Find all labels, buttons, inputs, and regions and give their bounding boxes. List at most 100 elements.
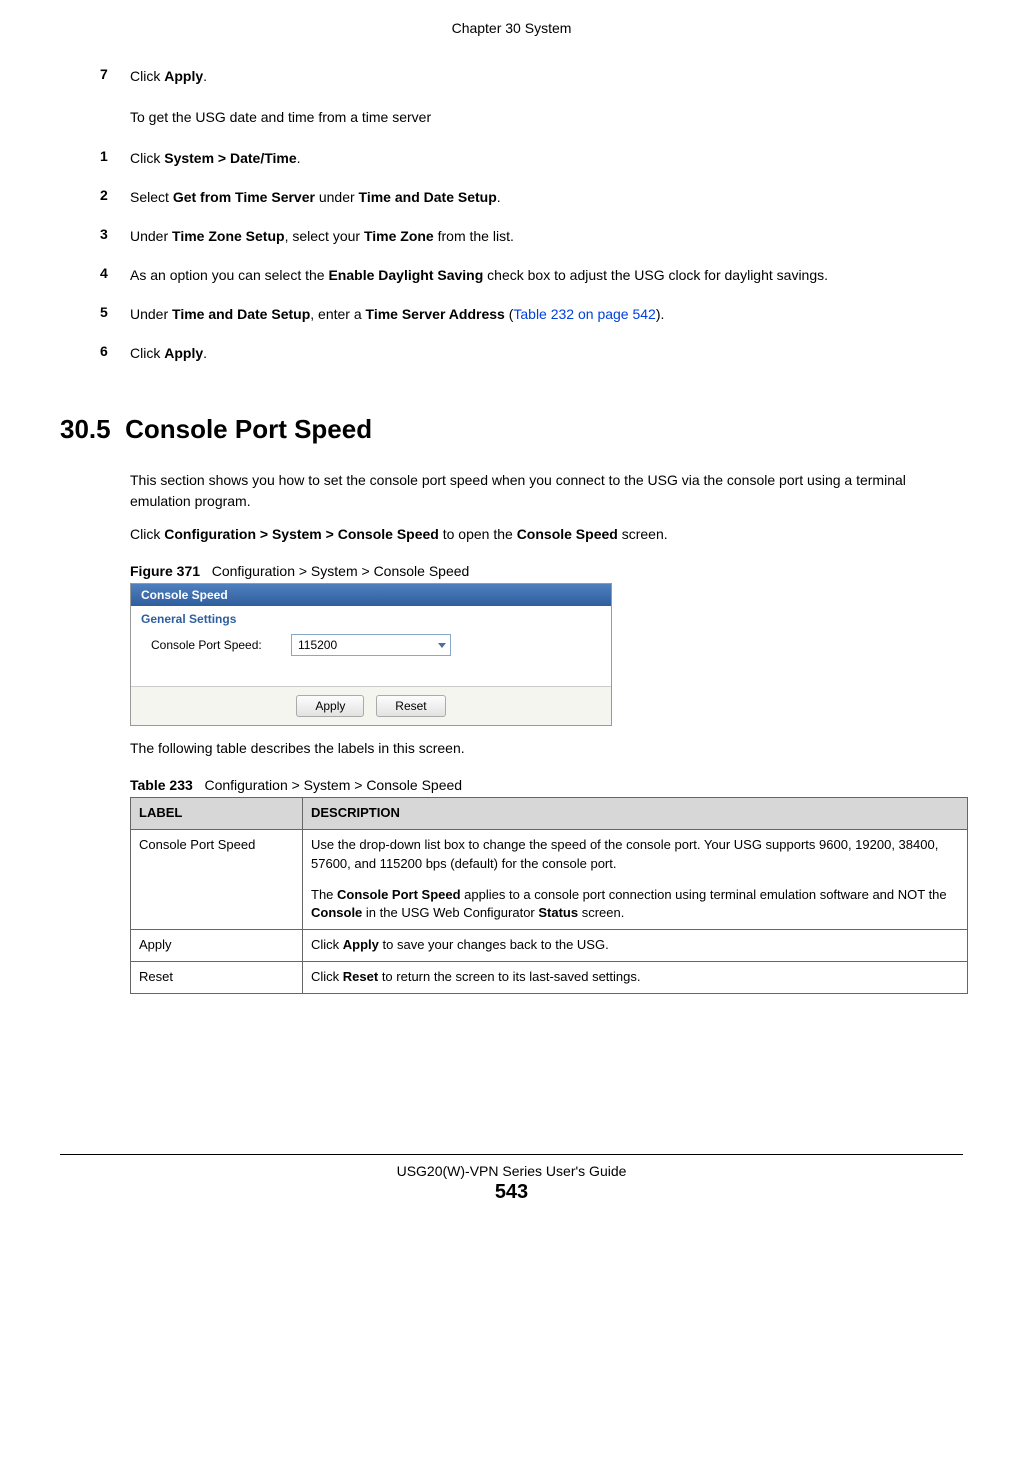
step-item: 3 Under Time Zone Setup, select your Tim… [100,226,963,247]
text-run: . [203,345,207,361]
step-item: 6 Click Apply. [100,343,963,364]
table-caption: Table 233 Configuration > System > Conso… [130,777,963,793]
step-number: 2 [100,187,130,208]
bold-run: Time and Date Setup [172,306,310,322]
cell-label: Reset [131,962,303,994]
table-header-row: LABEL DESCRIPTION [131,798,968,830]
bold-run: Time Zone [364,228,434,244]
body-paragraph: This section shows you how to set the co… [130,470,963,512]
spacer [311,874,959,886]
text-run: , enter a [310,306,365,322]
figure-caption: Figure 371 Configuration > System > Cons… [130,563,963,579]
text-run: . [297,150,301,166]
step-item: 4 As an option you can select the Enable… [100,265,963,286]
bold-run: Console [311,905,362,920]
table-title: Configuration > System > Console Speed [204,777,462,793]
bold-run: Console Port Speed [337,887,461,902]
bold-run: Time and Date Setup [359,189,497,205]
step-item: 2 Select Get from Time Server under Time… [100,187,963,208]
section-heading: 30.5 Console Port Speed [60,414,963,445]
step-text: Click System > Date/Time. [130,148,963,169]
bold-run: Apply [343,937,379,952]
text-run: Click [130,526,164,542]
step-number: 1 [100,148,130,169]
bold-run: Apply [164,68,203,84]
text-run: under [315,189,359,205]
bold-run: Time Server Address [366,306,505,322]
table-row: Reset Click Reset to return the screen t… [131,962,968,994]
step-number: 5 [100,304,130,325]
text-run: Select [130,189,173,205]
text-run: from the list. [434,228,514,244]
text-run: in the USG Web Configurator [362,905,538,920]
text-run: check box to adjust the USG clock for da… [483,267,828,283]
text-run: The [311,887,337,902]
panel-section-label: General Settings [131,606,611,628]
text-run: As an option you can select the [130,267,328,283]
section-number: 30.5 [60,414,111,444]
text-run: to open the [439,526,517,542]
console-speed-select[interactable]: 115200 [291,634,451,656]
step-text: As an option you can select the Enable D… [130,265,963,286]
text-run: . [497,189,501,205]
cell-description: Click Reset to return the screen to its … [303,962,968,994]
step-text: Under Time Zone Setup, select your Time … [130,226,963,247]
step-item: 7 Click Apply. [100,66,963,87]
section-title: Console Port Speed [125,414,372,444]
form-row: Console Port Speed: 115200 [131,628,611,686]
text-run: Click [130,150,164,166]
text-run: to return the screen to its last-saved s… [378,969,640,984]
text-run: , select your [285,228,364,244]
bold-run: Configuration > System > Console Speed [164,526,439,542]
text-run: Click [311,969,343,984]
step-text: Select Get from Time Server under Time a… [130,187,963,208]
cross-ref-link[interactable]: Table 232 on page 542 [513,306,655,322]
footer-page-number: 543 [60,1181,963,1204]
text-run: Click [311,937,343,952]
text-run: . [203,68,207,84]
text-run: ). [656,306,665,322]
step-text: Click Apply. [130,343,963,364]
description-table: LABEL DESCRIPTION Console Port Speed Use… [130,797,968,994]
cell-label: Console Port Speed [131,829,303,929]
text-run: Under [130,228,172,244]
panel-footer: Apply Reset [131,686,611,725]
table-label: Table 233 [130,777,193,793]
body-paragraph: Click Configuration > System > Console S… [130,524,963,545]
bold-run: Time Zone Setup [172,228,285,244]
text-run: Under [130,306,172,322]
panel-titlebar: Console Speed [131,584,611,606]
reset-button[interactable]: Reset [376,695,445,717]
table-header-label: LABEL [131,798,303,830]
step-number: 7 [100,66,130,87]
chevron-down-icon [438,643,446,648]
bold-run: Apply [164,345,203,361]
field-label: Console Port Speed: [151,638,291,652]
table-header-description: DESCRIPTION [303,798,968,830]
bold-run: Enable Daylight Saving [328,267,483,283]
step-number: 3 [100,226,130,247]
sub-paragraph: To get the USG date and time from a time… [130,107,963,128]
text-run: to save your changes back to the USG. [379,937,609,952]
bold-run: Status [538,905,578,920]
cell-description: Click Apply to save your changes back to… [303,930,968,962]
figure-title: Configuration > System > Console Speed [212,563,470,579]
step-number: 4 [100,265,130,286]
select-value: 115200 [298,638,337,652]
bold-run: Reset [343,969,378,984]
step-item: 1 Click System > Date/Time. [100,148,963,169]
table-row: Apply Click Apply to save your changes b… [131,930,968,962]
body-paragraph: The following table describes the labels… [130,738,963,759]
footer-rule [60,1154,963,1155]
apply-button[interactable]: Apply [296,695,364,717]
footer-guide-name: USG20(W)-VPN Series User's Guide [60,1163,963,1179]
table-row: Console Port Speed Use the drop-down lis… [131,829,968,929]
text-run: applies to a console port connection usi… [461,887,947,902]
figure-label: Figure 371 [130,563,200,579]
document-page: Chapter 30 System 7 Click Apply. To get … [0,0,1023,1468]
step-text: Under Time and Date Setup, enter a Time … [130,304,963,325]
bold-run: Console Speed [517,526,618,542]
text-run: Use the drop-down list box to change the… [311,837,938,871]
bold-run: Get from Time Server [173,189,315,205]
step-number: 6 [100,343,130,364]
